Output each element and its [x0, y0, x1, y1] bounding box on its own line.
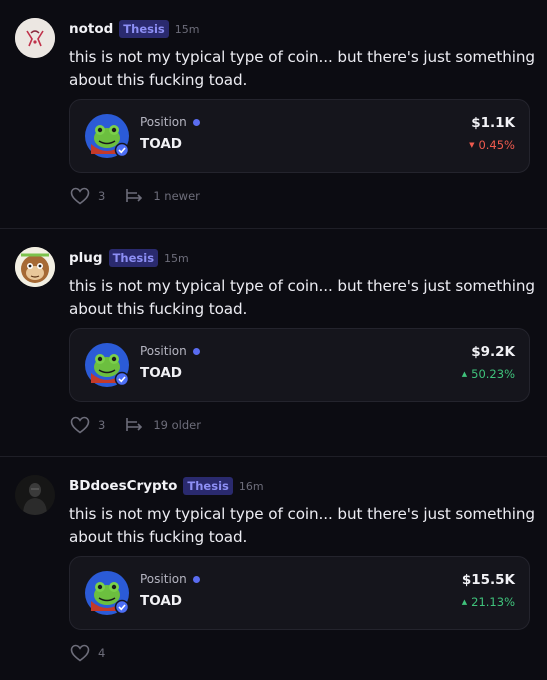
heart-icon [70, 644, 90, 662]
position-label-text: Position [140, 572, 187, 586]
like-count: 3 [98, 189, 106, 203]
timestamp: 16m [238, 479, 264, 493]
thread-link: 1 newer [153, 189, 200, 203]
post: plug Thesis 15m this is not my typical t… [0, 229, 547, 456]
position-label: Position [140, 115, 200, 129]
position-card[interactable]: Position TOAD $9.2K ▲ 50.23% [69, 328, 530, 402]
status-dot-icon [192, 347, 200, 355]
toad-coin-icon [85, 114, 130, 158]
like-button[interactable]: 3 [70, 416, 105, 434]
position-label-text: Position [140, 344, 187, 358]
price-change: ▲ 21.13% [462, 595, 515, 609]
status-dot-icon [192, 575, 200, 583]
post: notod Thesis 15m this is not my typical … [0, 0, 547, 228]
status-dot-icon [192, 118, 200, 126]
price-change-value: 21.13% [471, 595, 515, 609]
heart-icon [70, 187, 90, 205]
username[interactable]: notod [69, 21, 113, 37]
triangle-up-icon: ▲ [461, 598, 468, 606]
post-text: this is not my typical type of coin... b… [69, 48, 535, 89]
post-actions: 3 19 older [70, 414, 201, 436]
post-header: plug Thesis 15m [69, 248, 189, 268]
timestamp: 15m [174, 22, 200, 36]
post: BDdoesCrypto Thesis 16m this is not my t… [0, 457, 547, 680]
price-change: ▼ 0.45% [469, 138, 515, 152]
post-actions: 4 [70, 642, 105, 664]
price-change-value: 0.45% [478, 138, 515, 152]
post-text: this is not my typical type of coin... b… [69, 505, 535, 546]
thesis-badge: Thesis [108, 249, 159, 267]
toad-coin-icon [85, 571, 130, 615]
avatar[interactable] [15, 247, 55, 287]
like-button[interactable]: 4 [70, 644, 105, 662]
ticker: TOAD [140, 593, 182, 609]
position-value: $15.5K [461, 572, 515, 588]
like-button[interactable]: 3 [70, 187, 105, 205]
position-card[interactable]: Position TOAD $15.5K ▲ 21.13% [69, 556, 530, 630]
post-text: this is not my typical type of coin... b… [69, 277, 535, 318]
price-change: ▲ 50.23% [462, 367, 515, 381]
thread-icon [126, 189, 143, 202]
position-label-text: Position [140, 115, 187, 129]
post-header: BDdoesCrypto Thesis 16m [69, 476, 264, 496]
timestamp: 15m [164, 251, 189, 265]
toad-coin-icon [85, 343, 130, 387]
thread-link: 19 older [153, 418, 201, 432]
price-change-value: 50.23% [471, 367, 515, 381]
thread-button[interactable]: 1 newer [125, 188, 200, 204]
ticker: TOAD [140, 136, 182, 152]
heart-icon [70, 416, 90, 434]
triangle-down-icon: ▼ [469, 141, 475, 149]
position-label: Position [140, 344, 200, 358]
username[interactable]: BDdoesCrypto [69, 478, 177, 494]
triangle-up-icon: ▲ [461, 370, 468, 378]
position-value: $9.2K [471, 344, 515, 360]
ticker: TOAD [140, 365, 182, 381]
like-count: 3 [98, 418, 106, 432]
avatar[interactable] [15, 475, 55, 515]
thread-icon [126, 418, 143, 431]
post-actions: 3 1 newer [70, 185, 200, 207]
like-count: 4 [98, 646, 106, 660]
thread-button[interactable]: 19 older [125, 417, 201, 433]
thesis-badge: Thesis [183, 477, 233, 495]
position-card[interactable]: Position TOAD $1.1K ▼ 0.45% [69, 99, 530, 173]
position-value: $1.1K [471, 115, 515, 131]
thesis-badge: Thesis [119, 20, 169, 38]
post-header: notod Thesis 15m [69, 19, 199, 39]
username[interactable]: plug [69, 250, 103, 266]
position-label: Position [140, 572, 200, 586]
avatar[interactable] [15, 18, 55, 58]
